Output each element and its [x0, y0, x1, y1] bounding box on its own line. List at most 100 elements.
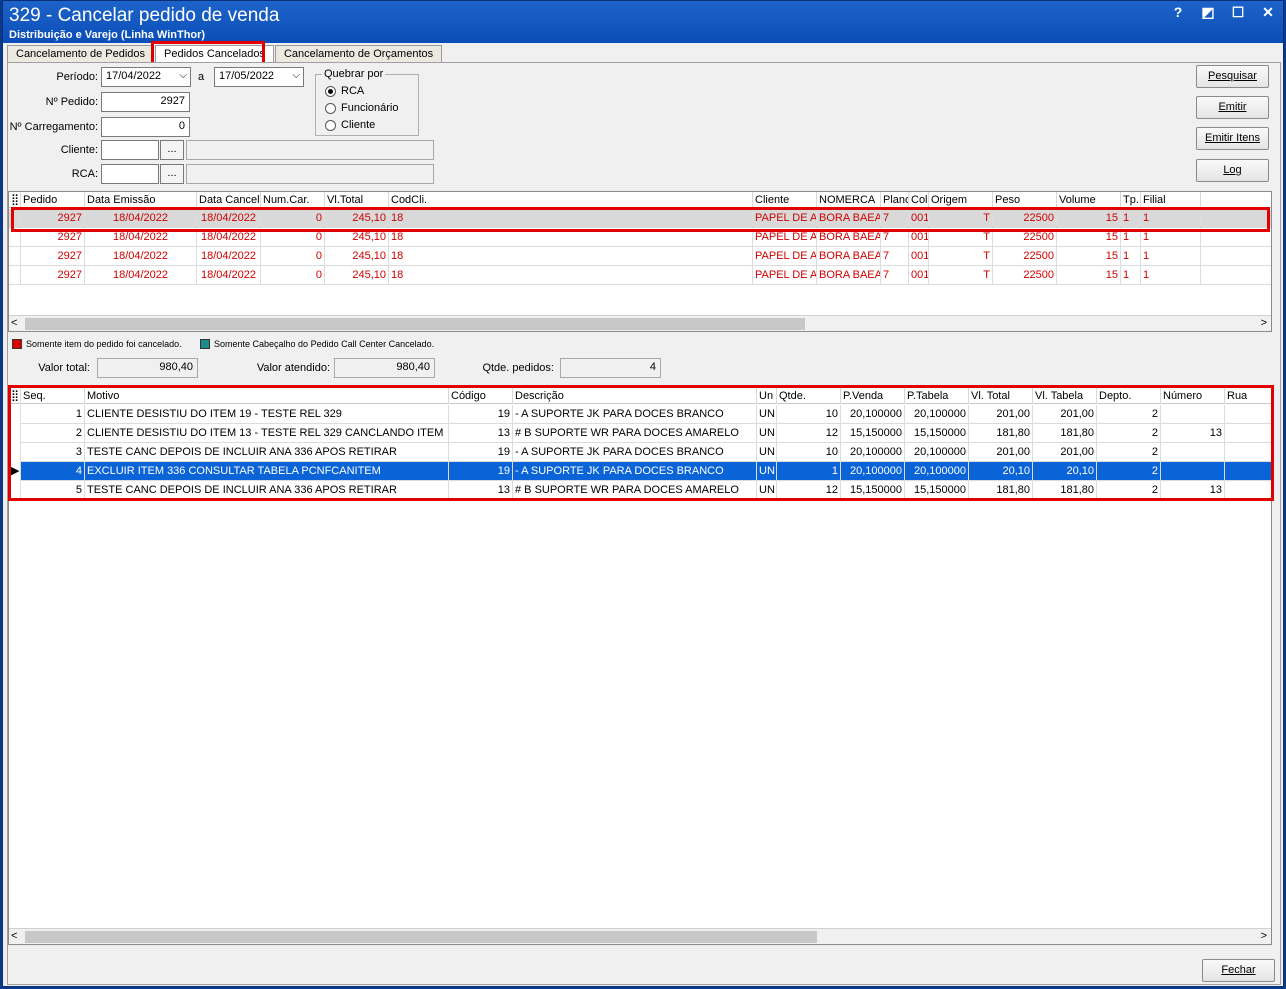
cliente-search-button[interactable]: ... — [160, 140, 184, 160]
item-row[interactable]: 1 CLIENTE DESISTIU DO ITEM 19 - TESTE REL… — [9, 405, 1271, 424]
periodo-inicio-input[interactable]: 17/04/2022 ⌵ — [101, 67, 191, 87]
col-qtde[interactable]: Qtde. — [777, 388, 841, 404]
carregamento-input[interactable]: 0 — [101, 117, 190, 137]
row-indicator[interactable] — [9, 424, 21, 443]
emitir-button[interactable]: Emitir — [1196, 96, 1269, 119]
item-row[interactable]: 5 TESTE CANC DEPOIS DE INCLUIR ANA 336 AP… — [9, 481, 1271, 500]
col-rua[interactable]: Rua — [1225, 388, 1271, 404]
col-codcli[interactable]: CodCli. — [389, 192, 753, 208]
col-codigo[interactable]: Código — [449, 388, 513, 404]
chevron-down-icon[interactable]: ⌵ — [292, 70, 300, 81]
row-indicator[interactable] — [9, 481, 21, 500]
log-button[interactable]: Log — [1196, 159, 1269, 182]
col-motivo[interactable]: Motivo — [85, 388, 449, 404]
row-pointer-icon[interactable]: ▶ — [9, 462, 21, 481]
col-un[interactable]: Un — [757, 388, 777, 404]
row-indicator[interactable] — [9, 209, 21, 228]
row-indicator[interactable] — [9, 443, 21, 462]
maximize-icon[interactable]: ☐ — [1229, 4, 1247, 21]
fechar-button[interactable]: Fechar — [1202, 959, 1275, 982]
col-volume[interactable]: Volume — [1057, 192, 1121, 208]
restore-icon[interactable]: ◩ — [1199, 4, 1217, 21]
item-cell: EXCLUIR ITEM 336 CONSULTAR TABELA PCNFCA… — [85, 462, 449, 481]
col-cliente[interactable]: Cliente — [753, 192, 817, 208]
col-nomerca[interactable]: NOMERCA — [817, 192, 881, 208]
column-chooser-icon[interactable]: ⣿ — [9, 388, 21, 404]
col-plano[interactable]: Plano — [881, 192, 909, 208]
item-row[interactable]: 3 TESTE CANC DEPOIS DE INCLUIR ANA 336 AP… — [9, 443, 1271, 462]
col-origem[interactable]: Origem — [929, 192, 993, 208]
col-vl-total[interactable]: Vl.Total — [325, 192, 389, 208]
col-filial[interactable]: Filial — [1141, 192, 1201, 208]
item-row[interactable]: 2 CLIENTE DESISTIU DO ITEM 13 - TESTE REL… — [9, 424, 1271, 443]
window-title: 329 - Cancelar pedido de venda — [9, 5, 280, 26]
help-icon[interactable]: ? — [1169, 4, 1187, 21]
tab-pedidos-cancelados[interactable]: Pedidos Cancelados — [155, 45, 274, 62]
row-indicator[interactable] — [9, 405, 21, 424]
valor-atendido-label: Valor atendido: — [256, 362, 330, 374]
col-data-cancel[interactable]: Data Cancel — [197, 192, 261, 208]
order-row[interactable]: 2927 18/04/2022 18/04/2022 0 245,10 18 PAPEL D… — [9, 228, 1271, 247]
row-indicator[interactable] — [9, 266, 21, 285]
scroll-right-icon[interactable]: > — [1261, 317, 1267, 329]
periodo-label: Período: — [56, 71, 98, 83]
tab-cancelamento-pedidos[interactable]: Cancelamento de Pedidos — [7, 45, 155, 62]
cliente-code-input[interactable] — [101, 140, 159, 160]
order-row[interactable]: 2927 18/04/2022 18/04/2022 0 245,10 18 PAPEL D… — [9, 247, 1271, 266]
col-vl-tabela[interactable]: Vl. Tabela — [1033, 388, 1097, 404]
quebrar-por-group: Quebrar por RCA Funcionário Cliente — [315, 68, 419, 136]
item-cell: 20,100000 — [905, 405, 969, 424]
periodo-fim-input[interactable]: 17/05/2022 ⌵ — [214, 67, 304, 87]
emitir-itens-button[interactable]: Emitir Itens — [1196, 127, 1269, 150]
col-peso[interactable]: Peso — [993, 192, 1057, 208]
order-row[interactable]: 2927 18/04/2022 18/04/2022 0 245,10 18 PAPEL D… — [9, 266, 1271, 285]
column-chooser-icon[interactable]: ⣿ — [9, 192, 21, 208]
order-cell: BORA BAEA — [817, 266, 881, 285]
scroll-left-icon[interactable]: < — [11, 317, 17, 329]
radio-funcionario-dot[interactable] — [325, 102, 336, 114]
close-icon[interactable]: ✕ — [1259, 4, 1277, 21]
chevron-down-icon[interactable]: ⌵ — [179, 70, 187, 81]
col-seq[interactable]: Seq. — [21, 388, 85, 404]
row-indicator[interactable] — [9, 228, 21, 247]
scroll-thumb[interactable] — [25, 318, 805, 330]
pesquisar-button[interactable]: Pesquisar — [1196, 65, 1269, 88]
col-numero[interactable]: Número — [1161, 388, 1225, 404]
col-depto[interactable]: Depto. — [1097, 388, 1161, 404]
item-cell: # B SUPORTE WR PARA DOCES AMARELO — [513, 481, 757, 500]
radio-cliente-dot[interactable] — [325, 119, 336, 131]
col-descricao[interactable]: Descrição — [513, 388, 757, 404]
col-p-tabela[interactable]: P.Tabela — [905, 388, 969, 404]
scroll-thumb[interactable] — [25, 931, 817, 943]
radio-cliente[interactable]: Cliente — [325, 119, 375, 131]
col-col[interactable]: Col — [909, 192, 929, 208]
order-cell: 7 — [881, 247, 909, 266]
pedido-input[interactable]: 2927 — [101, 92, 190, 112]
row-indicator[interactable] — [9, 247, 21, 266]
item-cell: 201,00 — [969, 443, 1033, 462]
order-cell: 1 — [1121, 266, 1141, 285]
col-num-car[interactable]: Num.Car. — [261, 192, 325, 208]
rca-code-input[interactable] — [101, 164, 159, 184]
col-vl-total[interactable]: Vl. Total — [969, 388, 1033, 404]
orders-grid[interactable]: ⣿ Pedido Data Emissão Data Cancel Num.Ca… — [8, 191, 1272, 332]
radio-rca[interactable]: RCA — [325, 85, 364, 97]
order-row[interactable]: 2927 18/04/2022 18/04/2022 0 245,10 18 PAPEL D… — [9, 209, 1271, 228]
order-cell: 0 — [261, 247, 325, 266]
col-pedido[interactable]: Pedido — [21, 192, 85, 208]
items-hscrollbar[interactable]: < > — [9, 928, 1271, 944]
scroll-left-icon[interactable]: < — [11, 930, 17, 942]
radio-rca-dot[interactable] — [325, 85, 336, 97]
radio-funcionario[interactable]: Funcionário — [325, 102, 398, 114]
rca-search-button[interactable]: ... — [160, 164, 184, 184]
col-data-emissao[interactable]: Data Emissão — [85, 192, 197, 208]
tab-cancelamento-orcamentos[interactable]: Cancelamento de Orçamentos — [274, 45, 443, 62]
items-grid[interactable]: ⣿ Seq. Motivo Código Descrição Un Qtde. … — [8, 387, 1272, 945]
item-row[interactable]: ▶ 4 EXCLUIR ITEM 336 CONSULTAR TABELA PCNF… — [9, 462, 1271, 481]
item-cell: 181,80 — [1033, 424, 1097, 443]
col-tp[interactable]: Tp. — [1121, 192, 1141, 208]
orders-hscrollbar[interactable]: < > — [9, 315, 1271, 331]
order-cell: BORA BAEA — [817, 247, 881, 266]
col-p-venda[interactable]: P.Venda — [841, 388, 905, 404]
scroll-right-icon[interactable]: > — [1261, 930, 1267, 942]
